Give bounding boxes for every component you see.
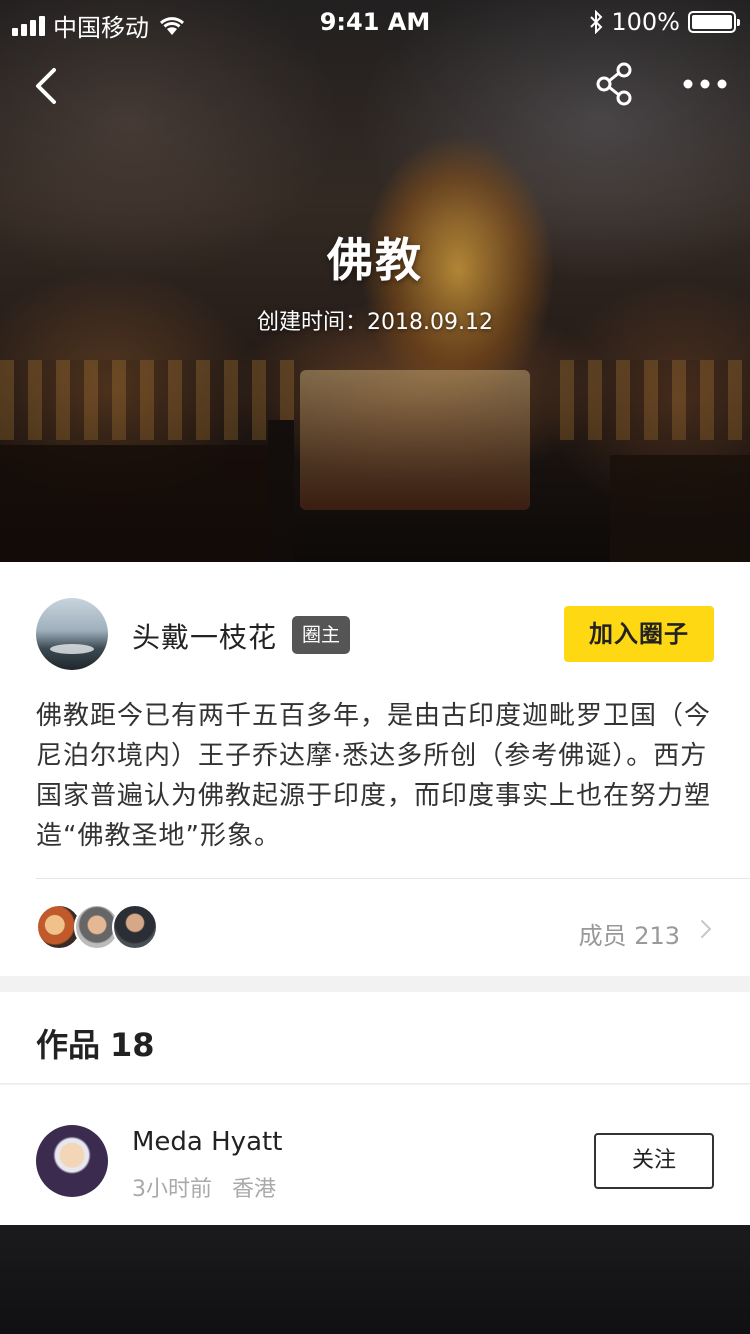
post-image[interactable] [0, 1225, 750, 1334]
owner-badge: 圈主 [292, 616, 351, 654]
circle-description: 佛教距今已有两千五百多年，是由古印度迦毗罗卫国（今尼泊尔境内）王子乔达摩·悉达多… [36, 701, 712, 851]
works-count: 18 [110, 1026, 155, 1064]
back-button[interactable] [28, 62, 68, 110]
share-icon[interactable] [592, 60, 636, 108]
members-count[interactable]: 成员 213 [579, 916, 680, 951]
author-name[interactable]: Meda Hyatt [132, 1127, 282, 1157]
owner-avatar[interactable] [36, 598, 108, 670]
works-title: 作品 18 [36, 1020, 155, 1066]
post-time: 3小时前 [132, 1177, 212, 1202]
follow-button[interactable]: 关注 [594, 1133, 714, 1189]
divider [36, 878, 750, 879]
works-section-header: 作品 18 [0, 992, 750, 1084]
circle-info-card: 头戴一枝花 圈主 加入圈子 佛教距今已有两千五百多年，是由古印度迦毗罗卫国（今尼… [0, 562, 750, 976]
circle-cover-image: 中国移动 9:41 AM 100% 佛教 创建时间：2018.09.12 [0, 0, 750, 562]
bluetooth-icon [590, 10, 603, 34]
member-avatar [112, 904, 158, 950]
owner-name[interactable]: 头戴一枝花 [132, 616, 277, 656]
post-location: 香港 [232, 1177, 277, 1202]
more-horizontal-icon[interactable] [680, 66, 730, 102]
chevron-right-icon[interactable] [698, 918, 714, 940]
circle-created-date: 创建时间：2018.09.12 [257, 310, 493, 335]
battery-icon [688, 11, 740, 33]
circle-title: 佛教 [327, 233, 423, 287]
works-label: 作品 [36, 1026, 101, 1064]
post-meta: 3小时前 香港 [132, 1171, 276, 1203]
battery-percent: 100% [611, 8, 680, 36]
join-circle-button[interactable]: 加入圈子 [564, 606, 714, 662]
author-avatar[interactable] [36, 1125, 108, 1197]
post-item[interactable]: Meda Hyatt 3小时前 香港 关注 [0, 1085, 750, 1225]
status-bar: 中国移动 9:41 AM 100% [0, 0, 750, 44]
